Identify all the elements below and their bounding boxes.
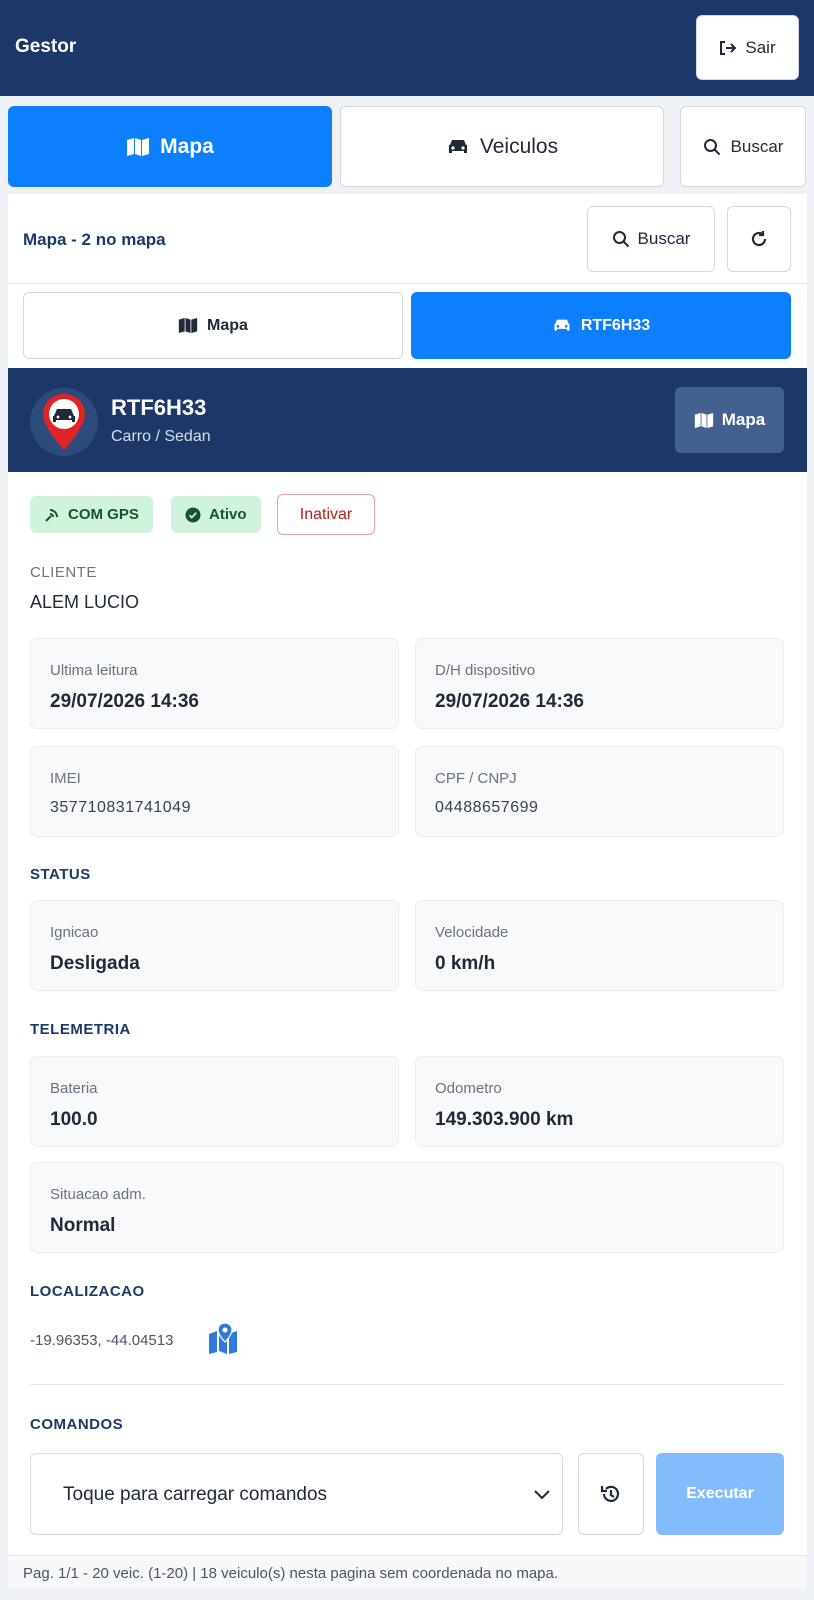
- commands-select-text: Toque para carregar comandos: [63, 1484, 328, 1505]
- map-icon: [127, 137, 150, 156]
- vehicle-map-label: Mapa: [721, 410, 766, 429]
- chevron-down-icon: [534, 1490, 550, 1500]
- history-icon: [600, 1485, 620, 1502]
- tab-buscar-label: Buscar: [730, 136, 784, 156]
- pagination-footer: Pag. 1/1 - 20 veic. (1-20) | 18 veiculo(…: [8, 1555, 807, 1589]
- admin-status-label: Situacao adm.: [50, 1186, 146, 1203]
- panel-title: Mapa - 2 no mapa: [23, 230, 166, 249]
- subtab-mapa-label: Mapa: [207, 316, 248, 334]
- client-name: ALEM LUCIO: [30, 592, 140, 612]
- last-reading-value: 29/07/2026 14:36: [50, 691, 199, 712]
- status-section-title: STATUS: [30, 866, 91, 883]
- car-icon: [448, 139, 467, 153]
- app-title: Gestor: [15, 36, 77, 57]
- document-value: 04488657699: [435, 799, 539, 816]
- satellite-icon: [45, 508, 58, 522]
- tab-mapa-label: Mapa: [160, 134, 214, 158]
- car-icon: [554, 319, 570, 331]
- commands-select[interactable]: Toque para carregar comandos: [30, 1453, 563, 1535]
- speed-label: Velocidade: [435, 924, 509, 941]
- vehicle-panel: Mapa - 2 no mapa Buscar Mapa RTF6H33 RTF…: [8, 194, 807, 1589]
- search-icon: [612, 231, 629, 248]
- battery-card: Bateria 100.0: [30, 1056, 399, 1147]
- vehicle-header: RTF6H33 Carro / Sedan Mapa: [8, 368, 807, 472]
- imei-value: 357710831741049: [50, 799, 191, 816]
- device-datetime-card: D/H dispositivo 29/07/2026 14:36: [415, 638, 784, 729]
- top-bar: Gestor Sair: [0, 0, 814, 96]
- location-section-title: LOCALIZACAO: [30, 1283, 145, 1300]
- ignition-label: Ignicao: [50, 924, 99, 941]
- tab-mapa[interactable]: Mapa: [8, 106, 332, 187]
- ignition-value: Desligada: [50, 953, 140, 974]
- commands-section-title: COMANDOS: [30, 1416, 124, 1433]
- section-divider: [30, 1384, 784, 1385]
- map-location-icon: [209, 1322, 237, 1354]
- check-circle-icon: [185, 507, 201, 522]
- tab-buscar[interactable]: Buscar: [680, 106, 806, 187]
- document-label: CPF / CNPJ: [435, 770, 517, 787]
- battery-value: 100.0: [50, 1109, 98, 1130]
- document-card: CPF / CNPJ 04488657699: [415, 746, 784, 837]
- device-datetime-value: 29/07/2026 14:36: [435, 691, 584, 712]
- vehicle-type: Carro / Sedan: [111, 428, 211, 445]
- logout-button[interactable]: Sair: [696, 15, 799, 80]
- refresh-icon: [751, 231, 767, 247]
- admin-status-value: Normal: [50, 1215, 116, 1236]
- tab-veiculos-label: Veiculos: [479, 134, 559, 158]
- panel-search-button[interactable]: Buscar: [587, 206, 715, 272]
- last-reading-card: Ultima leitura 29/07/2026 14:36: [30, 638, 399, 729]
- refresh-button[interactable]: [727, 206, 791, 272]
- map-icon: [178, 318, 198, 333]
- telemetry-section-title: TELEMETRIA: [30, 1021, 131, 1038]
- subtab-mapa[interactable]: Mapa: [23, 292, 403, 359]
- panel-header: Mapa - 2 no mapa Buscar: [8, 194, 807, 284]
- vehicle-plate: RTF6H33: [111, 395, 207, 420]
- active-badge-label: Ativo: [209, 506, 247, 523]
- command-history-button[interactable]: [578, 1453, 644, 1535]
- logout-icon: [720, 40, 737, 55]
- open-map-location-button[interactable]: [207, 1322, 243, 1359]
- client-label: CLIENTE: [30, 564, 97, 581]
- admin-status-card: Situacao adm. Normal: [30, 1162, 784, 1253]
- imei-card: IMEI 357710831741049: [30, 746, 399, 837]
- map-pin-car-icon: [43, 394, 85, 450]
- panel-search-label: Buscar: [637, 229, 691, 248]
- imei-label: IMEI: [50, 770, 81, 787]
- vehicle-map-button[interactable]: Mapa: [675, 387, 784, 453]
- execute-button[interactable]: Executar: [656, 1453, 784, 1535]
- odometer-value: 149.303.900 km: [435, 1109, 574, 1130]
- odometer-card: Odometro 149.303.900 km: [415, 1056, 784, 1147]
- tab-veiculos[interactable]: Veiculos: [340, 106, 664, 187]
- speed-value: 0 km/h: [435, 953, 496, 974]
- device-datetime-label: D/H dispositivo: [435, 662, 536, 679]
- search-icon: [703, 138, 720, 155]
- vehicle-avatar: [30, 388, 98, 456]
- gps-badge: COM GPS: [30, 496, 153, 533]
- subtab-vehicle[interactable]: RTF6H33: [411, 292, 791, 359]
- location-coordinates: -19.96353, -44.04513: [30, 1332, 174, 1349]
- odometer-label: Odometro: [435, 1080, 502, 1097]
- deactivate-button[interactable]: Inativar: [277, 494, 375, 535]
- logout-label: Sair: [745, 37, 776, 57]
- subtab-vehicle-label: RTF6H33: [580, 316, 651, 334]
- pagination-text: Pag. 1/1 - 20 veic. (1-20) | 18 veiculo(…: [23, 1565, 559, 1582]
- last-reading-label: Ultima leitura: [50, 662, 138, 679]
- map-icon: [694, 412, 713, 428]
- speed-card: Velocidade 0 km/h: [415, 900, 784, 991]
- battery-label: Bateria: [50, 1080, 98, 1097]
- active-badge: Ativo: [171, 496, 261, 533]
- ignition-card: Ignicao Desligada: [30, 900, 399, 991]
- gps-badge-label: COM GPS: [68, 506, 139, 523]
